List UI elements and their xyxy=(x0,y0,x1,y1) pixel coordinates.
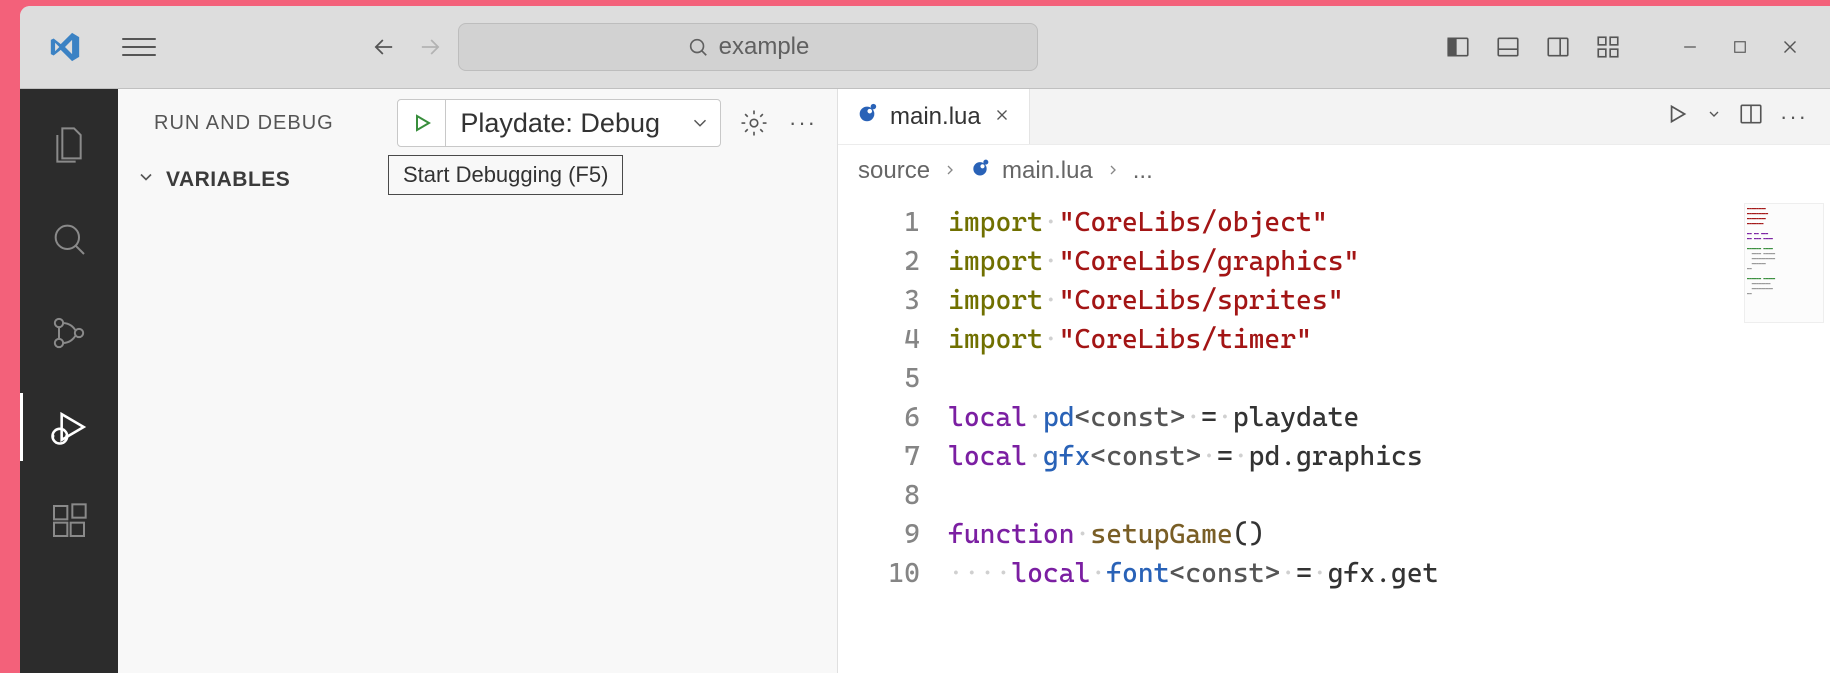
nav-back-button[interactable] xyxy=(366,29,402,65)
code-editor[interactable]: 12345678910 import·"CoreLibs/object" imp… xyxy=(838,197,1830,673)
more-actions-icon[interactable]: ··· xyxy=(787,110,819,136)
close-tab-icon[interactable] xyxy=(993,103,1011,131)
chevron-down-icon[interactable] xyxy=(680,112,720,134)
start-debugging-tooltip: Start Debugging (F5) xyxy=(388,155,623,195)
search-icon[interactable] xyxy=(39,209,99,269)
chevron-right-icon xyxy=(942,157,958,185)
breadcrumb-more[interactable]: ... xyxy=(1133,157,1153,185)
customize-layout-icon[interactable] xyxy=(1588,27,1628,67)
debug-side-panel: RUN AND DEBUG Playdate: Debug ··· xyxy=(118,89,838,673)
extensions-icon[interactable] xyxy=(39,491,99,551)
menu-button[interactable] xyxy=(122,38,156,56)
command-center-search[interactable]: example xyxy=(458,23,1038,71)
explorer-icon[interactable] xyxy=(39,115,99,175)
run-and-debug-icon[interactable] xyxy=(39,397,99,457)
line-number-gutter: 12345678910 xyxy=(838,197,948,673)
breadcrumb[interactable]: source main.lua ... xyxy=(838,145,1830,197)
tab-main-lua[interactable]: main.lua xyxy=(838,89,1030,144)
code-content[interactable]: import·"CoreLibs/object" import·"CoreLib… xyxy=(948,197,1830,673)
variables-label: VARIABLES xyxy=(166,168,290,192)
editor-tabs: main.lua ··· xyxy=(838,89,1830,145)
source-control-icon[interactable] xyxy=(39,303,99,363)
maximize-button[interactable] xyxy=(1720,27,1760,67)
minimap[interactable]: ▬▬▬▬▬▬▬▬▬▬▬▬▬▬▬▬▬▬▬▬▬▬▬▬▬▬▬▬▬▬▬▬ ▬▬ ▬▬ ▬… xyxy=(1744,203,1824,323)
activity-bar xyxy=(20,89,118,673)
editor-area: main.lua ··· source xyxy=(838,89,1830,673)
breadcrumb-folder[interactable]: source xyxy=(858,157,930,185)
toggle-panel-icon[interactable] xyxy=(1488,27,1528,67)
tab-filename: main.lua xyxy=(890,103,981,131)
title-bar: example xyxy=(20,6,1830,89)
debug-config-label: Playdate: Debug xyxy=(446,108,680,139)
more-actions-icon[interactable]: ··· xyxy=(1780,104,1808,130)
breadcrumb-file[interactable]: main.lua xyxy=(1002,157,1093,185)
minimize-button[interactable] xyxy=(1670,27,1710,67)
nav-forward-button[interactable] xyxy=(412,29,448,65)
panel-title: RUN AND DEBUG xyxy=(136,112,385,135)
chevron-down-icon[interactable] xyxy=(1706,106,1722,127)
split-editor-icon[interactable] xyxy=(1738,101,1764,132)
gear-icon[interactable] xyxy=(733,102,775,144)
run-file-icon[interactable] xyxy=(1664,101,1690,132)
close-window-button[interactable] xyxy=(1770,27,1810,67)
toggle-primary-sidebar-icon[interactable] xyxy=(1438,27,1478,67)
chevron-right-icon xyxy=(1105,157,1121,185)
vscode-logo-icon xyxy=(40,22,90,72)
start-debugging-button[interactable] xyxy=(398,100,446,146)
chevron-down-icon xyxy=(136,167,156,193)
lua-file-icon xyxy=(856,102,878,131)
debug-config-select[interactable]: Playdate: Debug xyxy=(397,99,721,147)
search-placeholder: example xyxy=(719,33,810,61)
lua-file-icon xyxy=(970,157,990,185)
toggle-secondary-sidebar-icon[interactable] xyxy=(1538,27,1578,67)
